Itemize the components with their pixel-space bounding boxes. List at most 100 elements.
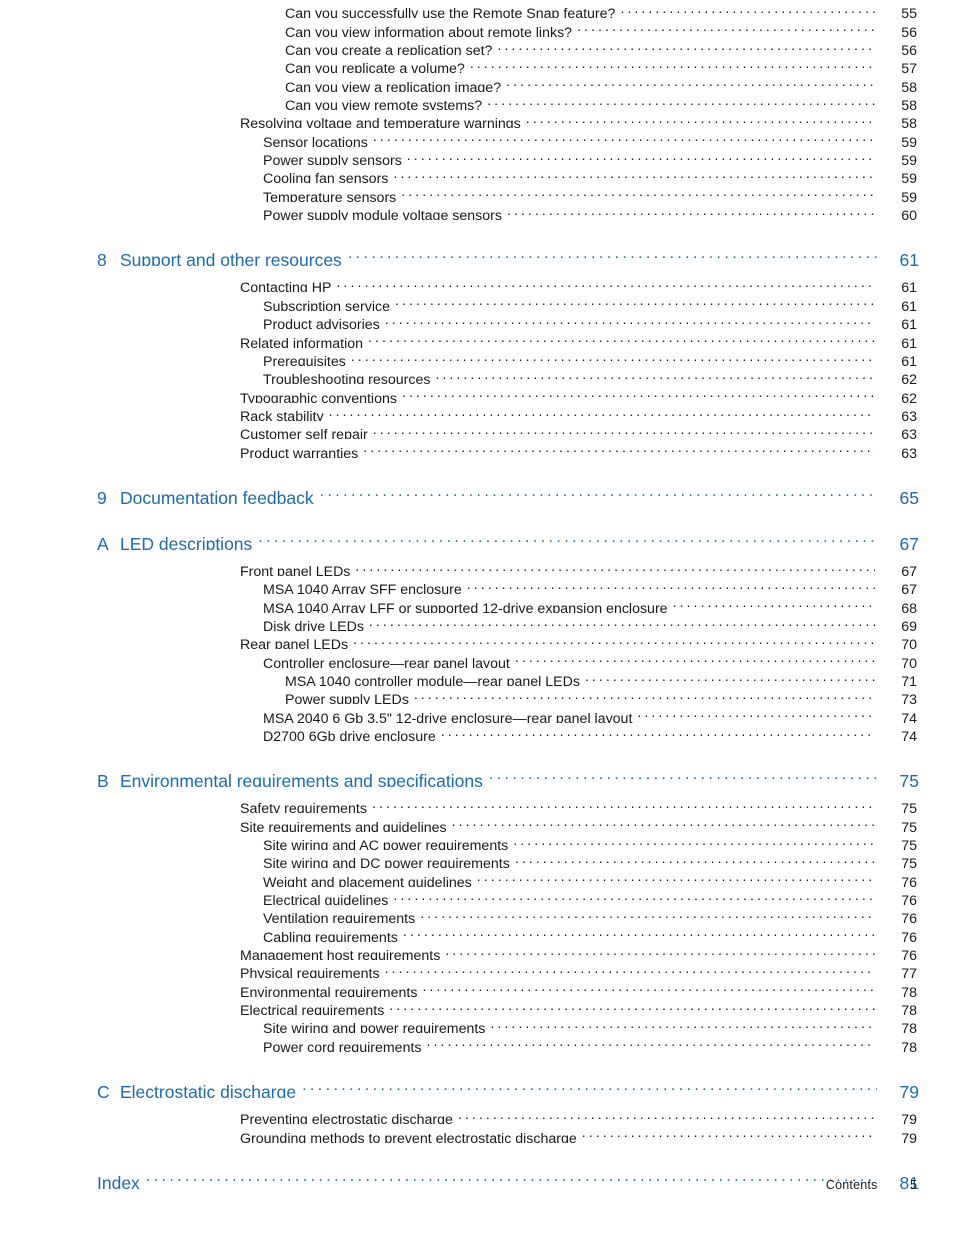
toc-entry-row[interactable]: Troubleshooting resources 62 <box>0 366 954 384</box>
toc-dot-leader <box>407 147 875 165</box>
toc-page-number: 57 <box>901 61 917 74</box>
toc-entry-row[interactable]: Related information 61 <box>0 329 954 347</box>
toc-dot-leader <box>435 366 875 384</box>
toc-page-number: 75 <box>901 819 917 832</box>
toc-entry-title: Can you successfully use the Remote Snap… <box>285 6 616 19</box>
toc-entry-row[interactable]: Can you create a replication set? 56 <box>0 37 954 55</box>
toc-dot-leader <box>470 55 875 73</box>
toc-entry-row[interactable]: Site wiring and power requirements 78 <box>0 1015 954 1033</box>
footer-label: Contents <box>825 1178 878 1192</box>
toc-entry-row[interactable]: Typographic conventions 62 <box>0 384 954 402</box>
toc-entry-row[interactable]: Ventilation requirements 76 <box>0 905 954 923</box>
toc-entry-title: MSA 1040 Array LFF or supported 12-drive… <box>263 600 668 613</box>
toc-entry-row[interactable]: Rack stability 63 <box>0 403 954 421</box>
toc-entry-row[interactable]: Management host requirements 76 <box>0 942 954 960</box>
toc-entry-row[interactable]: Safety requirements 75 <box>0 795 954 813</box>
toc-entry-title: Site wiring and AC power requirements <box>263 838 509 851</box>
toc-page-number: 60 <box>901 208 917 221</box>
toc-entry-row[interactable]: Subscription service 61 <box>0 292 954 310</box>
toc-entry-row[interactable]: Rear panel LEDs 70 <box>0 631 954 649</box>
toc-entry-title: Product advisories <box>263 317 380 330</box>
toc-dot-leader <box>673 594 875 612</box>
toc-entry-row[interactable]: Can you successfully use the Remote Snap… <box>0 0 954 18</box>
toc-entry-row[interactable]: Sensor locations 59 <box>0 128 954 146</box>
toc-page-number: 61 <box>901 298 917 311</box>
toc-dot-leader <box>489 765 877 787</box>
toc-entry-title: Documentation feedback <box>120 487 314 504</box>
toc-entry-title: Site wiring and DC power requirements <box>263 856 510 869</box>
toc-entry-title: Cooling fan sensors <box>263 171 389 184</box>
toc-entry-row[interactable]: Power cord requirements 78 <box>0 1033 954 1051</box>
toc-page-number: 79 <box>901 1112 917 1125</box>
toc-entry-title: Grounding methods to prevent electrostat… <box>240 1130 577 1143</box>
toc-entry-row[interactable]: Electrical guidelines 76 <box>0 887 954 905</box>
toc-entry-row[interactable]: Disk drive LEDs 69 <box>0 613 954 631</box>
toc-dot-leader <box>353 631 875 649</box>
toc-entry-row[interactable]: Controller enclosure—rear panel layout 70 <box>0 649 954 667</box>
toc-entry-title: Can you view a replication image? <box>285 79 502 92</box>
toc-entry-row[interactable]: Can you view a replication image? 58 <box>0 73 954 91</box>
toc-entry-row[interactable]: Power supply module voltage sensors 60 <box>0 202 954 220</box>
toc-page-number: 76 <box>901 893 917 906</box>
toc-entry-row[interactable]: Can you replicate a volume? 57 <box>0 55 954 73</box>
toc-entry-row[interactable]: Temperature sensors 59 <box>0 183 954 201</box>
toc-entry-row[interactable]: Can you view remote systems? 58 <box>0 92 954 110</box>
toc-dot-leader <box>452 813 875 831</box>
toc-chapter-row[interactable]: B Environmental requirements and specific… <box>0 765 954 787</box>
toc-entry-row[interactable]: Front panel LEDs 67 <box>0 558 954 576</box>
toc-entry-row[interactable]: MSA 2040 6 Gb 3.5" 12-drive enclosure—re… <box>0 704 954 722</box>
toc-dot-leader <box>395 292 875 310</box>
toc-entry-row[interactable]: Can you view information about remote li… <box>0 18 954 36</box>
toc-entry-title: Can you view remote systems? <box>285 98 483 111</box>
toc-entry-row[interactable]: Product advisories 61 <box>0 311 954 329</box>
toc-entry-row[interactable]: Contacting HP 61 <box>0 274 954 292</box>
toc-entry-row[interactable]: Weight and placement guidelines 76 <box>0 868 954 886</box>
toc-dot-leader <box>369 613 875 631</box>
toc-dot-leader <box>506 73 875 91</box>
toc-entry-row[interactable]: D2700 6Gb drive enclosure 74 <box>0 723 954 741</box>
toc-entry-row[interactable]: Site requirements and guidelines 75 <box>0 813 954 831</box>
toc-entry-title: Sensor locations <box>263 134 368 147</box>
toc-entry-row[interactable]: MSA 1040 Array SFF enclosure 67 <box>0 576 954 594</box>
toc-entry-row[interactable]: Electrical requirements 78 <box>0 997 954 1015</box>
toc-entry-row[interactable]: Power supply sensors 59 <box>0 147 954 165</box>
toc-entry-row[interactable]: Physical requirements 77 <box>0 960 954 978</box>
toc-chapter-number: 8 <box>97 250 107 267</box>
toc-chapter-row[interactable]: C Electrostatic discharge 79 <box>0 1076 954 1098</box>
toc-entry-row[interactable]: Resolving voltage and temperature warnin… <box>0 110 954 128</box>
toc-entry-row[interactable]: MSA 1040 Array LFF or supported 12-drive… <box>0 594 954 612</box>
toc-entry-row[interactable]: Site wiring and AC power requirements 75 <box>0 832 954 850</box>
toc-entry-title: Management host requirements <box>240 948 441 961</box>
toc-entry-row[interactable]: Preventing electrostatic discharge 79 <box>0 1106 954 1124</box>
toc-entry-title: Electrical requirements <box>240 1003 385 1016</box>
toc-chapter-row[interactable]: 8 Support and other resources 61 <box>0 244 954 266</box>
toc-entry-row[interactable]: Grounding methods to prevent electrostat… <box>0 1124 954 1142</box>
page-footer: Contents 5 <box>0 1178 954 1192</box>
toc-chapter-row[interactable]: A LED descriptions 67 <box>0 528 954 550</box>
toc-page-number: 79 <box>899 1081 919 1098</box>
toc-page-number: 75 <box>901 856 917 869</box>
toc-dot-leader <box>487 92 875 110</box>
toc-dot-leader <box>336 274 875 292</box>
toc-entry-row[interactable]: MSA 1040 controller module—rear panel LE… <box>0 668 954 686</box>
toc-entry-row[interactable]: Cabling requirements 76 <box>0 923 954 941</box>
toc-dot-leader <box>363 439 875 457</box>
toc-page-number: 75 <box>901 838 917 851</box>
toc-chapter-number: 9 <box>97 487 107 504</box>
toc-page-number: 74 <box>901 710 917 723</box>
toc-entry-row[interactable]: Environmental requirements 78 <box>0 978 954 996</box>
toc-page-number: 58 <box>901 116 917 129</box>
toc-page-number: 70 <box>901 655 917 668</box>
toc-page-number: 58 <box>901 98 917 111</box>
toc-entry-row[interactable]: Cooling fan sensors 59 <box>0 165 954 183</box>
toc-entry-row[interactable]: Site wiring and DC power requirements 75 <box>0 850 954 868</box>
toc-entry-row[interactable]: Prerequisites 61 <box>0 348 954 366</box>
toc-dot-leader <box>458 1106 875 1124</box>
toc-dot-leader <box>515 649 875 667</box>
toc-entry-row[interactable]: Customer self repair 63 <box>0 421 954 439</box>
toc-chapter-row[interactable]: 9 Documentation feedback 65 <box>0 482 954 504</box>
toc-entry-row[interactable]: Product warranties 63 <box>0 439 954 457</box>
toc-page-number: 71 <box>901 673 917 686</box>
toc-entry-row[interactable]: Power supply LEDs 73 <box>0 686 954 704</box>
